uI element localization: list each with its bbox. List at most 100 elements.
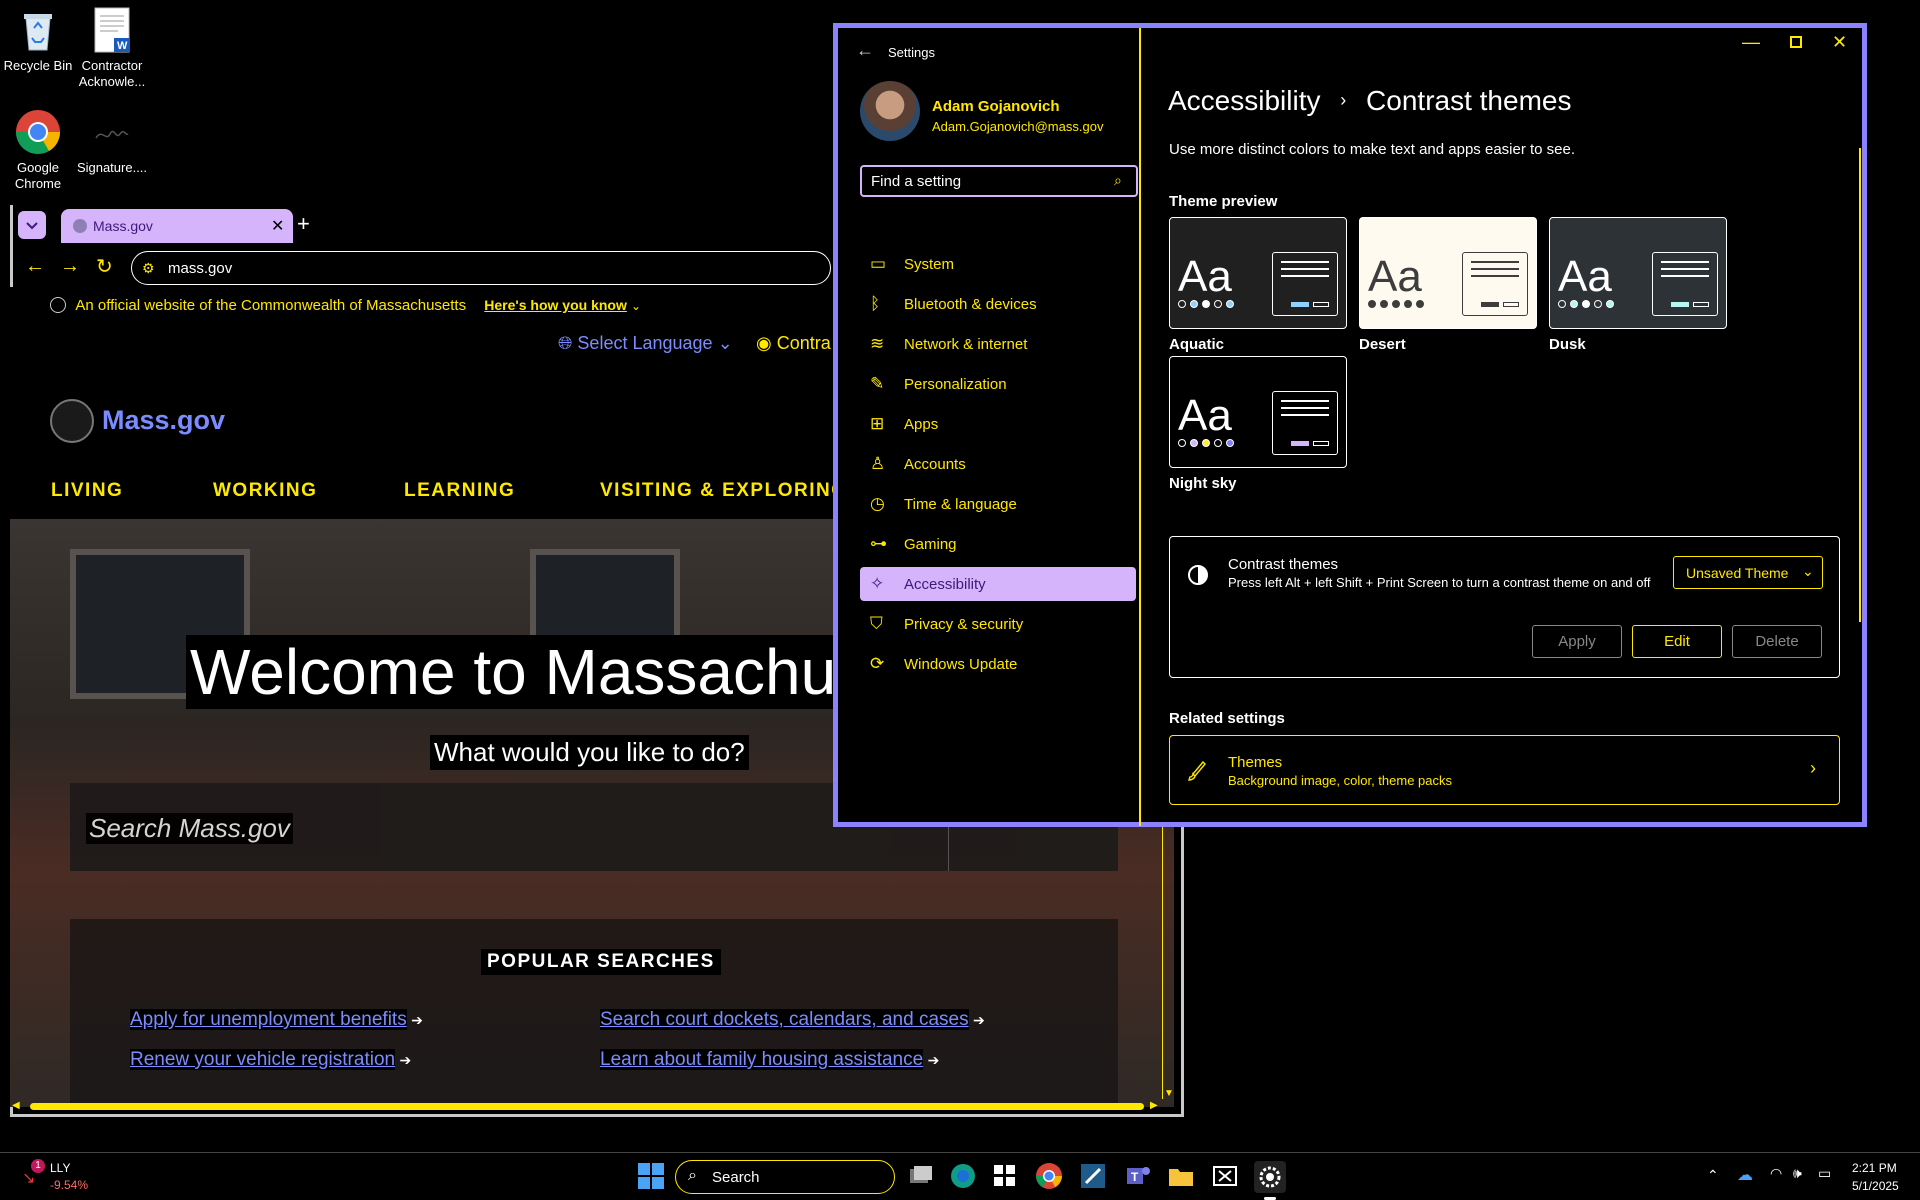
new-tab-plus-icon[interactable]: + — [297, 211, 310, 237]
theme-preview-card[interactable]: Aa — [1359, 217, 1537, 329]
site-search-placeholder: Search Mass.gov — [86, 813, 293, 844]
theme-color-swatches — [1178, 300, 1234, 308]
scroll-left-arrow-icon[interactable]: ◀ — [12, 1100, 20, 1111]
edge-browser-icon[interactable] — [948, 1161, 980, 1193]
clock-date[interactable]: 5/1/2025 — [1852, 1179, 1899, 1193]
taskbar-search-box[interactable]: ⌕ Search — [675, 1160, 895, 1194]
scroll-down-arrow-icon[interactable]: ▼ — [1164, 1088, 1174, 1099]
svg-text:W: W — [117, 40, 128, 52]
sidebar-item-time-language[interactable]: ◷ Time & language — [860, 487, 1136, 521]
recycle-bin-icon — [14, 6, 62, 54]
maximize-icon[interactable] — [1790, 36, 1802, 48]
sidebar-item-bluetooth-devices[interactable]: ᛒ Bluetooth & devices — [860, 287, 1136, 321]
edit-button[interactable]: Edit — [1632, 625, 1722, 658]
nav-working[interactable]: WORKING — [213, 480, 317, 502]
widgets-icon[interactable] — [990, 1161, 1022, 1193]
sidebar-item-network-internet[interactable]: ≋ Network & internet — [860, 327, 1136, 361]
sidebar-item-personalization[interactable]: ✎ Personalization — [860, 367, 1136, 401]
tab-search-button[interactable] — [18, 211, 46, 239]
scroll-right-arrow-icon[interactable]: ▶ — [1150, 1100, 1158, 1111]
site-info-icon[interactable]: ⚙ — [142, 260, 155, 277]
browser-tab-massgov[interactable]: Mass.gov ✕ — [61, 209, 293, 243]
popular-link[interactable]: Learn about family housing assistance ➔ — [600, 1049, 939, 1071]
nav-learning[interactable]: LEARNING — [404, 480, 515, 502]
sidebar-item-accounts[interactable]: ♙ Accounts — [860, 447, 1136, 481]
hero-title: Welcome to Massachu — [186, 635, 841, 709]
theme-color-dot — [1392, 300, 1400, 308]
page-title: Contrast themes — [1366, 85, 1572, 116]
nav-visiting-exploring[interactable]: VISITING & EXPLORING — [600, 480, 847, 502]
seal-small-icon — [50, 297, 66, 313]
brush-icon: ✎ — [870, 374, 885, 393]
theme-preview-card[interactable]: Aa — [1169, 356, 1347, 468]
file-explorer-icon[interactable] — [1166, 1161, 1198, 1193]
stock-change: -9.54% — [50, 1178, 89, 1192]
sidebar-item-windows-update[interactable]: ⟳ Windows Update — [860, 647, 1136, 681]
brush-icon — [1188, 760, 1206, 781]
sidebar-item-accessibility[interactable]: ✧ Accessibility — [860, 567, 1136, 601]
desktop-icon-google-chrome[interactable]: Google Chrome — [0, 108, 76, 192]
settings-search-input[interactable]: Find a setting ⌕ — [860, 165, 1138, 197]
settings-gear-icon[interactable] — [1254, 1161, 1286, 1200]
close-window-icon[interactable]: ✕ — [1832, 32, 1847, 53]
site-favicon-icon — [73, 219, 87, 233]
contrast-toggle-button[interactable]: ◉ Contra — [756, 333, 831, 354]
popular-link[interactable]: Search court dockets, calendars, and cas… — [600, 1009, 985, 1031]
official-banner: An official website of the Commonwealth … — [50, 297, 641, 314]
chevron-down-icon — [26, 222, 38, 230]
clock-time[interactable]: 2:21 PM — [1852, 1161, 1897, 1175]
nav-living[interactable]: LIVING — [51, 480, 123, 502]
task-view-icon[interactable] — [906, 1161, 938, 1193]
themes-related-link[interactable]: Themes Background image, color, theme pa… — [1169, 735, 1840, 805]
settings-scrollbar[interactable] — [1859, 148, 1861, 622]
user-avatar[interactable] — [860, 81, 920, 141]
sidebar-item-gaming[interactable]: ⊶ Gaming — [860, 527, 1136, 561]
back-arrow-icon[interactable]: ← — [856, 40, 874, 61]
close-tab-icon[interactable]: ✕ — [271, 216, 284, 236]
volume-icon[interactable]: 🕪︎ — [1793, 1165, 1802, 1182]
chevron-right-icon: › — [1810, 758, 1816, 778]
select-language-button[interactable]: 🌐︎ Select Language ⌄ — [558, 333, 733, 354]
reload-icon[interactable]: ↻ — [96, 254, 113, 279]
sidebar-item-system[interactable]: ▭ System — [860, 247, 1136, 281]
sidebar-item-apps[interactable]: ⊞ Apps — [860, 407, 1136, 441]
theme-preview-card[interactable]: Aa — [1549, 217, 1727, 329]
theme-dropdown[interactable]: Unsaved Theme ⌄ — [1673, 556, 1823, 589]
sidebar-item-privacy-security[interactable]: ⛉ Privacy & security — [860, 607, 1136, 641]
logo-text: Mass.gov — [102, 405, 226, 435]
teams-icon[interactable]: T — [1122, 1161, 1154, 1193]
address-bar[interactable]: ⚙ mass.gov — [131, 251, 831, 285]
delete-button[interactable]: Delete — [1732, 625, 1822, 658]
theme-color-dot — [1416, 300, 1424, 308]
popular-link[interactable]: Apply for unemployment benefits ➔ — [130, 1009, 423, 1031]
word-document-icon: W — [88, 6, 136, 54]
minimize-icon[interactable]: — — [1742, 32, 1760, 53]
wifi-icon[interactable]: ◠ — [1770, 1165, 1782, 1182]
arrow-right-icon: ➔ — [399, 1052, 412, 1068]
remote-app-icon[interactable] — [1078, 1161, 1110, 1193]
desktop-icon-signature[interactable]: Signature.... — [74, 108, 150, 176]
contrast-themes-card: Contrast themes Press left Alt + left Sh… — [1169, 536, 1840, 678]
start-windows-icon[interactable] — [636, 1161, 668, 1193]
onedrive-icon[interactable]: ☁ — [1737, 1165, 1753, 1185]
battery-icon[interactable]: ▭ — [1818, 1165, 1831, 1182]
desktop-icon-recycle-bin[interactable]: Recycle Bin — [0, 6, 76, 74]
desktop-icon-contractor-doc[interactable]: W Contractor Acknowle... — [74, 6, 150, 90]
theme-preview-card[interactable]: Aa — [1169, 217, 1347, 329]
theme-color-dot — [1404, 300, 1412, 308]
search-icon: ⌕ — [688, 1167, 697, 1184]
show-hidden-icons-chevron-icon[interactable]: ⌃ — [1707, 1167, 1719, 1184]
apply-button[interactable]: Apply — [1532, 625, 1622, 658]
breadcrumb-parent[interactable]: Accessibility — [1168, 85, 1320, 116]
chrome-taskbar-icon[interactable] — [1034, 1161, 1066, 1193]
how-you-know-link[interactable]: Here's how you know — [484, 297, 627, 313]
snipping-tool-icon[interactable] — [1210, 1161, 1242, 1193]
user-name: Adam Gojanovich — [932, 98, 1060, 115]
related-themes-description: Background image, color, theme packs — [1228, 773, 1453, 788]
forward-arrow-icon[interactable]: → — [60, 255, 80, 278]
stock-widget[interactable]: ↘ 1 LLY -9.54% — [16, 1159, 106, 1195]
horizontal-scrollbar[interactable]: ◀ ▶ — [12, 1100, 1162, 1114]
scroll-thumb[interactable] — [30, 1103, 1144, 1110]
popular-link[interactable]: Renew your vehicle registration ➔ — [130, 1049, 411, 1071]
back-arrow-icon[interactable]: ← — [25, 255, 45, 278]
